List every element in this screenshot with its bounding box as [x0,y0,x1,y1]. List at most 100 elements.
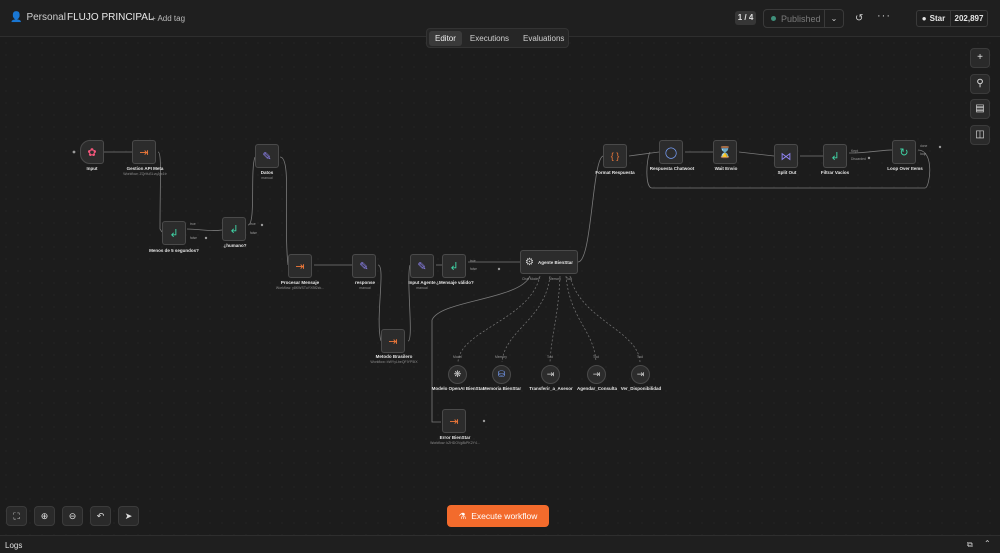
port-false-label: false [470,267,477,271]
zoom-out-icon: ⊖ [68,511,77,521]
split-out-node[interactable]: ⋈ [774,144,798,168]
port-model-label: Model [453,355,462,359]
port-memory-label: Memory [495,355,507,359]
procesar-mensaje-label: Procesar Mensaje [280,280,320,285]
add-tag-button[interactable]: + Add tag [151,14,185,23]
response-node[interactable]: ✎ [352,254,376,278]
logs-label: Logs [5,541,23,550]
tab-evaluations[interactable]: Evaluations [517,31,570,46]
logs-panel[interactable]: Logs ⧉ ⌃ [0,535,1000,553]
switch-icon: ↲ [449,260,459,273]
port-tool-label: Tool [593,355,600,359]
gestion-api-meta-sub: Workflow: ZQrIfuSLvqJyx1tr [123,172,167,176]
note-icon: ▤ [975,103,985,114]
search-icon: ⚲ [976,78,984,89]
wait-envio-label: Wait Envio [714,166,738,171]
metodo-brasilero-sub: Workflow: bWYyLbeQFIYP5IX [370,360,418,364]
port-tool-label: Tool [566,277,573,281]
input-node[interactable]: ✿ [80,140,104,164]
app-window: 👤 Personal FLUJO PRINCIPAL + Add tag 1 /… [0,0,1000,553]
menos-5-segundos-node[interactable]: ↲ [162,221,186,245]
execute-workflow-label: Execute workflow [471,511,538,521]
respuesta-chatwoot-label: Respuesta Chatwoot [649,166,695,171]
github-star-button[interactable]: ● Star 202,897 [916,10,988,27]
gestion-api-meta-label: Gestion API Meta [126,166,164,171]
switch-icon: ↲ [229,223,239,236]
modelo-openai-node[interactable]: ❋ [448,365,467,384]
execute-workflow-icon: ⇥ [295,260,305,273]
mensaje-valido-node[interactable]: ↲ [442,254,466,278]
port-false-label: false [190,236,197,240]
zoom-in-button[interactable]: ⊕ [34,506,55,526]
respuesta-chatwoot-node[interactable]: ◯ [659,140,683,164]
humano-node[interactable]: ↲ [222,217,246,241]
procesar-mensaje-node[interactable]: ⇥ [288,254,312,278]
published-button[interactable]: Published [763,9,825,28]
cursor-icon: ➤ [124,511,133,521]
search-nodes-button[interactable]: ⚲ [970,74,990,94]
agendar-consulta-node[interactable]: ⇥ [587,365,606,384]
tool-arrow-icon: ⇥ [546,369,555,379]
tab-executions[interactable]: Executions [464,31,515,46]
ver-disponibilidad-node[interactable]: ⇥ [631,365,650,384]
filtrar-vacios-node[interactable]: ↲ [823,144,847,168]
datos-sub: manual [261,176,273,180]
error-bienstar-node[interactable]: ⇥ [442,409,466,433]
datos-node[interactable]: ✎ [255,144,279,168]
format-respuesta-label: Format Respuesta [595,170,635,175]
datos-label: Datos [260,170,274,175]
execute-workflow-icon: ⇥ [449,415,459,428]
panel-icon: ◫ [975,129,985,140]
toggle-panel-button[interactable]: ◫ [970,125,990,145]
plus-icon: + [977,52,983,63]
gestion-api-meta-node[interactable]: ⇥ [132,140,156,164]
metodo-brasilero-label: Metodo Brasilero [375,354,413,359]
port-true-label: true [470,259,476,263]
history-icon[interactable]: ↺ [855,13,863,24]
execute-workflow-button[interactable]: ⚗ Execute workflow [447,505,549,527]
workflow-title[interactable]: FLUJO PRINCIPAL [67,12,154,23]
globe-icon: ◯ [664,146,678,159]
fit-view-button[interactable]: ⛶ [6,506,27,526]
zoom-out-button[interactable]: ⊖ [62,506,83,526]
ver-disponibilidad-label: Ver_Disponibilidad [620,386,662,391]
sticky-note-button[interactable]: ▤ [970,99,990,119]
undo-button[interactable]: ↶ [90,506,111,526]
select-tool-button[interactable]: ➤ [118,506,139,526]
agente-bienstar-node[interactable]: ⚙ Agente BienStar [520,250,578,274]
tab-editor[interactable]: Editor [429,30,462,46]
zoom-in-icon: ⊕ [40,511,49,521]
add-node-button[interactable]: + [970,48,990,68]
port-true-label: true [250,222,256,226]
loop-over-items-label: Loop Over Items [887,166,923,171]
port-loop-label: loop [920,152,927,156]
breadcrumb-workspace[interactable]: 👤 Personal [10,12,66,23]
procesar-mensaje-sub: Workflow: y8KWSTuYXBf2zk... [275,286,325,290]
input-node-label: Input [86,166,98,171]
status-dot [771,16,776,21]
chevron-up-icon[interactable]: ⌃ [984,539,991,548]
transferir-asesor-node[interactable]: ⇥ [541,365,560,384]
edit-icon: ✎ [417,260,427,273]
chevron-down-icon[interactable]: ⌄ [824,9,844,28]
fullscreen-icon: ⛶ [13,511,20,521]
more-options-icon[interactable]: ··· [877,10,891,22]
execute-workflow-icon: ⇥ [139,146,149,159]
tool-arrow-icon: ⇥ [592,369,601,379]
version-pager[interactable]: 1 / 4 [735,11,756,25]
metodo-brasilero-node[interactable]: ⇥ [381,329,405,353]
star-count: 202,897 [954,14,984,23]
memoria-bienstar-node[interactable]: ⛁ [492,365,511,384]
popout-icon[interactable]: ⧉ [967,540,973,550]
tool-arrow-icon: ⇥ [636,369,645,379]
workflow-canvas[interactable] [0,37,1000,535]
undo-icon: ↶ [96,511,105,521]
robot-icon: ⚙ [525,256,534,268]
published-label: Published [781,13,821,24]
error-bienstar-label: Error BienStar [439,435,471,440]
format-respuesta-node[interactable]: { } [603,144,627,168]
wait-envio-node[interactable]: ⌛ [713,140,737,164]
loop-over-items-node[interactable]: ↻ [892,140,916,164]
input-agente-node[interactable]: ✎ [410,254,434,278]
agente-bienstar-label: Agente BienStar [537,259,573,265]
